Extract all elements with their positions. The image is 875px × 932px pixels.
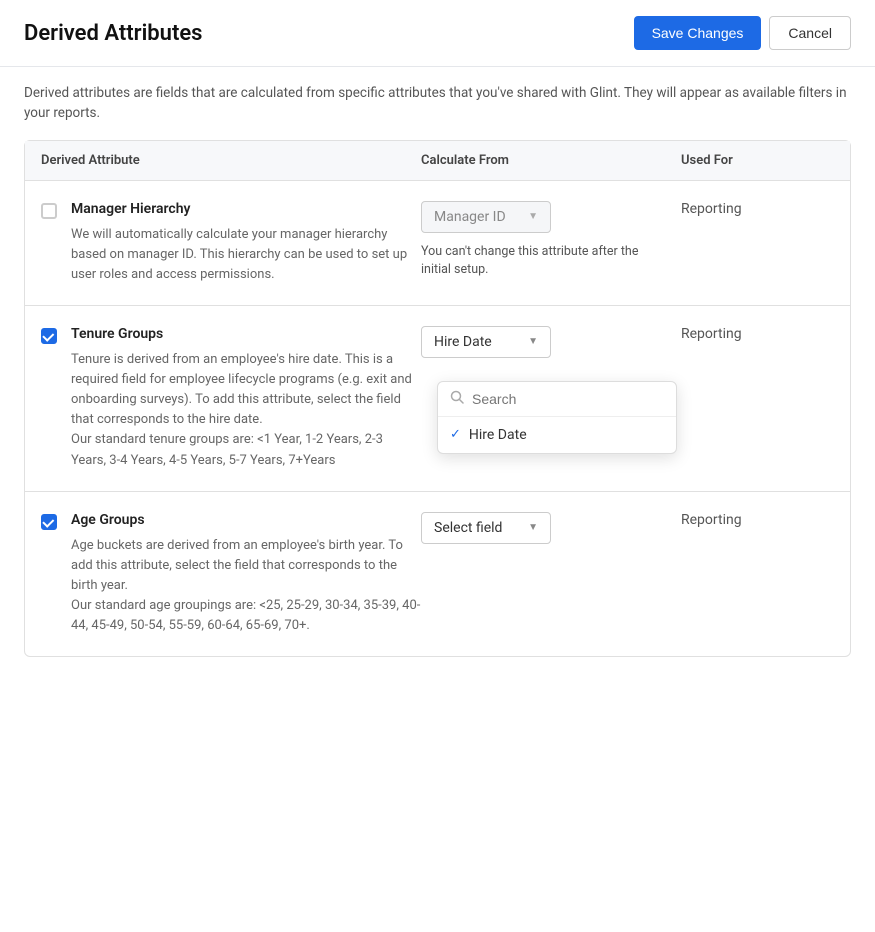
row-left-age: Age Groups Age buckets are derived from … [41,512,421,637]
tenure-used-for: Reporting [681,326,834,342]
age-dropdown-button[interactable]: Select field ▼ [421,512,551,544]
manager-id-label: Manager ID [434,209,506,225]
tenure-dropdown-menu: ✓ Hire Date [437,381,677,454]
page-description: Derived attributes are fields that are c… [0,67,875,140]
age-attr-info: Age Groups Age buckets are derived from … [71,512,421,637]
tenure-attr-desc: Tenure is derived from an employee's hir… [71,350,421,471]
dropdown-item-hire-date[interactable]: ✓ Hire Date [438,417,676,453]
header-actions: Save Changes Cancel [634,16,851,50]
tenure-dropdown-button[interactable]: Hire Date ▼ [421,326,551,358]
page-title: Derived Attributes [24,21,202,46]
checkbox-age-box[interactable] [41,514,57,530]
checkbox-manager-box[interactable] [41,203,57,219]
tenure-attr-info: Tenure Groups Tenure is derived from an … [71,326,421,471]
manager-attr-info: Manager Hierarchy We will automatically … [71,201,421,285]
chevron-down-icon: ▼ [528,336,538,347]
checkbox-age[interactable] [41,514,57,531]
chevron-down-icon: ▼ [528,211,538,222]
tenure-calc-from-cell: Hire Date ▼ ✓ Hire Date [421,326,681,358]
table-header: Derived Attribute Calculate From Used Fo… [25,141,850,181]
tenure-attr-name: Tenure Groups [71,326,421,342]
col-used-for: Used For [681,153,834,168]
col-derived-attribute: Derived Attribute [41,153,421,168]
row-left-manager: Manager Hierarchy We will automatically … [41,201,421,285]
tenure-selected-label: Hire Date [434,334,492,350]
age-attr-name: Age Groups [71,512,421,528]
table-row: Tenure Groups Tenure is derived from an … [25,306,850,492]
col-calculate-from: Calculate From [421,153,681,168]
dropdown-search-container [438,382,676,417]
page-header: Derived Attributes Save Changes Cancel [0,0,875,67]
manager-attr-name: Manager Hierarchy [71,201,421,217]
manager-calc-from-cell: Manager ID ▼ You can't change this attri… [421,201,681,281]
row-left-tenure: Tenure Groups Tenure is derived from an … [41,326,421,471]
manager-used-for: Reporting [681,201,834,217]
table-row: Manager Hierarchy We will automatically … [25,181,850,306]
cancel-button[interactable]: Cancel [769,16,851,50]
dropdown-item-label: Hire Date [469,427,527,443]
search-icon [450,390,464,408]
table-row: Age Groups Age buckets are derived from … [25,492,850,657]
age-attr-desc: Age buckets are derived from an employee… [71,536,421,637]
manager-calc-note: You can't change this attribute after th… [421,243,665,281]
dropdown-search-input[interactable] [472,391,664,407]
check-icon: ✓ [450,427,461,442]
attributes-table: Derived Attribute Calculate From Used Fo… [24,140,851,658]
chevron-down-icon: ▼ [528,522,538,533]
manager-attr-desc: We will automatically calculate your man… [71,225,421,285]
save-changes-button[interactable]: Save Changes [634,16,762,50]
checkbox-tenure[interactable] [41,328,57,345]
age-calc-from-cell: Select field ▼ [421,512,681,544]
age-selected-label: Select field [434,520,502,536]
checkbox-tenure-box[interactable] [41,328,57,344]
age-used-for: Reporting [681,512,834,528]
manager-id-dropdown: Manager ID ▼ [421,201,551,233]
checkbox-manager[interactable] [41,203,57,223]
